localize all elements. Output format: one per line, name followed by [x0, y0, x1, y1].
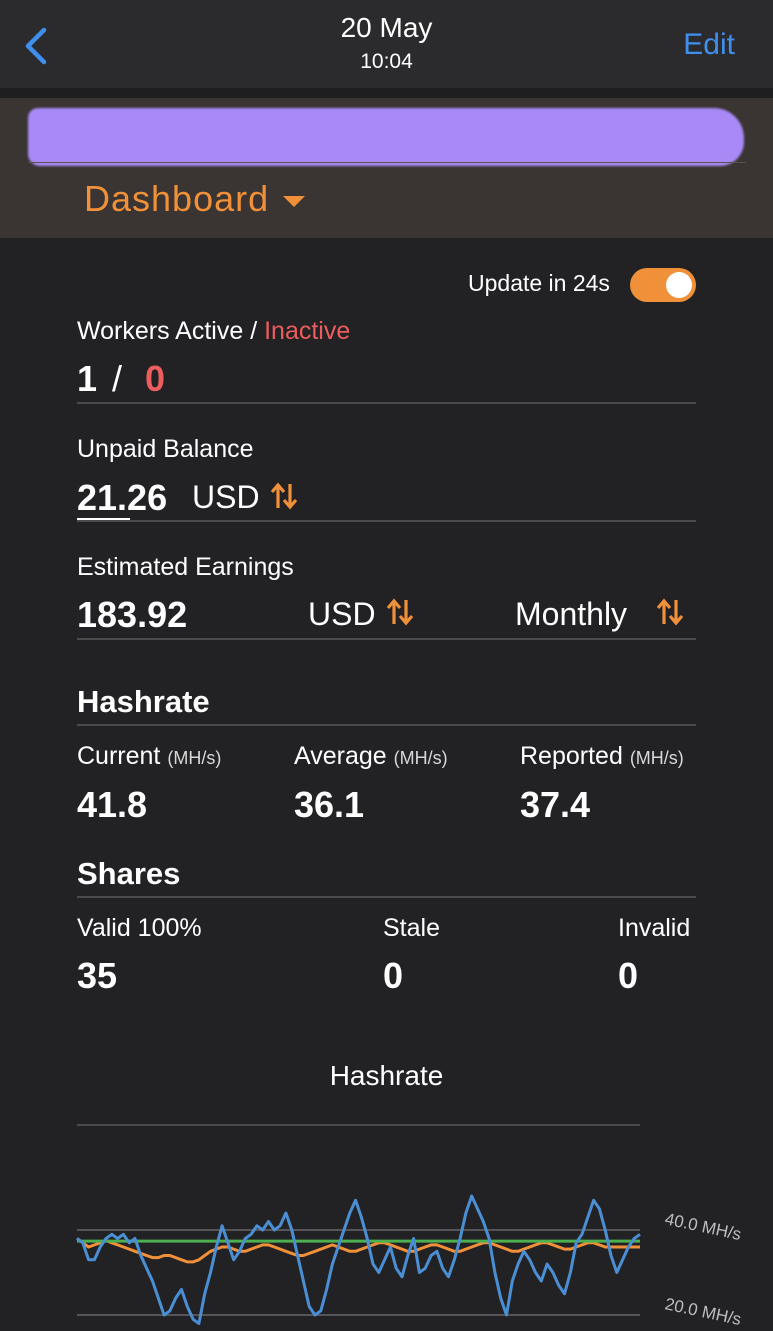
unit-label: (MH/s) — [393, 748, 448, 768]
divider — [77, 724, 696, 726]
toggle-knob — [666, 272, 692, 298]
hashrate-section-title: Hashrate — [77, 684, 210, 719]
dashboard-dropdown[interactable]: Dashboard — [84, 178, 306, 220]
y-tick-label: 40.0 MH/s — [663, 1209, 743, 1244]
unpaid-balance-label: Unpaid Balance — [77, 435, 254, 463]
average-label-text: Average — [294, 742, 387, 770]
current-label-text: Current — [77, 742, 161, 770]
top-nav-bar: 20 May 10:04 Edit — [0, 0, 773, 88]
auto-update-toggle[interactable] — [630, 268, 696, 302]
unit-label: (MH/s) — [629, 748, 684, 768]
earnings-currency[interactable]: USD — [308, 596, 376, 633]
divider — [77, 520, 696, 522]
shares-invalid-label: Invalid — [618, 914, 691, 942]
edit-button[interactable]: Edit — [683, 28, 735, 62]
hashrate-current-value: 41.8 — [77, 784, 148, 825]
swap-arrows-icon[interactable] — [656, 597, 684, 627]
nav-time: 10:04 — [360, 50, 413, 73]
hashrate-reported-label: Reported (MH/s) — [520, 742, 684, 771]
workers-count-slash: / — [112, 358, 123, 399]
estimated-earnings-label: Estimated Earnings — [77, 553, 294, 581]
unpaid-balance-value: 21.26 — [77, 477, 168, 518]
divider — [77, 402, 696, 404]
unit-label: (MH/s) — [167, 748, 222, 768]
workers-inactive-count: 0 — [145, 358, 166, 399]
estimated-earnings-value: 183.92 — [77, 594, 188, 635]
hashrate-average-label: Average (MH/s) — [294, 742, 448, 771]
y-tick-label: 20.0 MH/s — [663, 1294, 743, 1329]
earnings-period[interactable]: Monthly — [515, 596, 627, 633]
hashrate-average-value: 36.1 — [294, 784, 365, 825]
workers-separator: / — [243, 317, 265, 345]
shares-stale-value: 0 — [383, 955, 404, 996]
shares-invalid-value: 0 — [618, 955, 639, 996]
chart-title-divider — [77, 1124, 640, 1126]
shares-valid-value: 35 — [77, 955, 118, 996]
reported-label-text: Reported — [520, 742, 623, 770]
hashrate-chart: 40.0 MH/s 20.0 MH/s — [76, 1194, 743, 1329]
workers-active-label: Workers Active — [77, 317, 244, 345]
divider — [77, 896, 696, 898]
workers-active-count: 1 — [77, 358, 98, 399]
workers-label: Workers Active / Inactive — [77, 317, 350, 346]
chart-title: Hashrate — [329, 1060, 444, 1091]
divider — [77, 638, 696, 640]
swap-arrows-icon[interactable] — [386, 597, 414, 627]
nav-date: 20 May — [340, 12, 433, 43]
series-line-0 — [76, 1194, 641, 1325]
nav-divider — [0, 88, 773, 98]
hashrate-current-label: Current (MH/s) — [77, 742, 221, 771]
redacted-address — [28, 108, 744, 166]
shares-stale-label: Stale — [383, 914, 440, 942]
workers-inactive-label: Inactive — [264, 317, 351, 345]
shares-valid-label: Valid 100% — [77, 914, 202, 942]
caret-down-icon — [283, 195, 306, 207]
update-countdown: Update in 24s — [468, 270, 610, 296]
swap-arrows-icon[interactable] — [270, 481, 298, 511]
dashboard-label: Dashboard — [84, 178, 270, 219]
unpaid-balance-unit: USD — [192, 479, 260, 515]
hashrate-reported-value: 37.4 — [520, 784, 591, 825]
shares-section-title: Shares — [77, 856, 181, 891]
header-divider — [28, 162, 746, 163]
